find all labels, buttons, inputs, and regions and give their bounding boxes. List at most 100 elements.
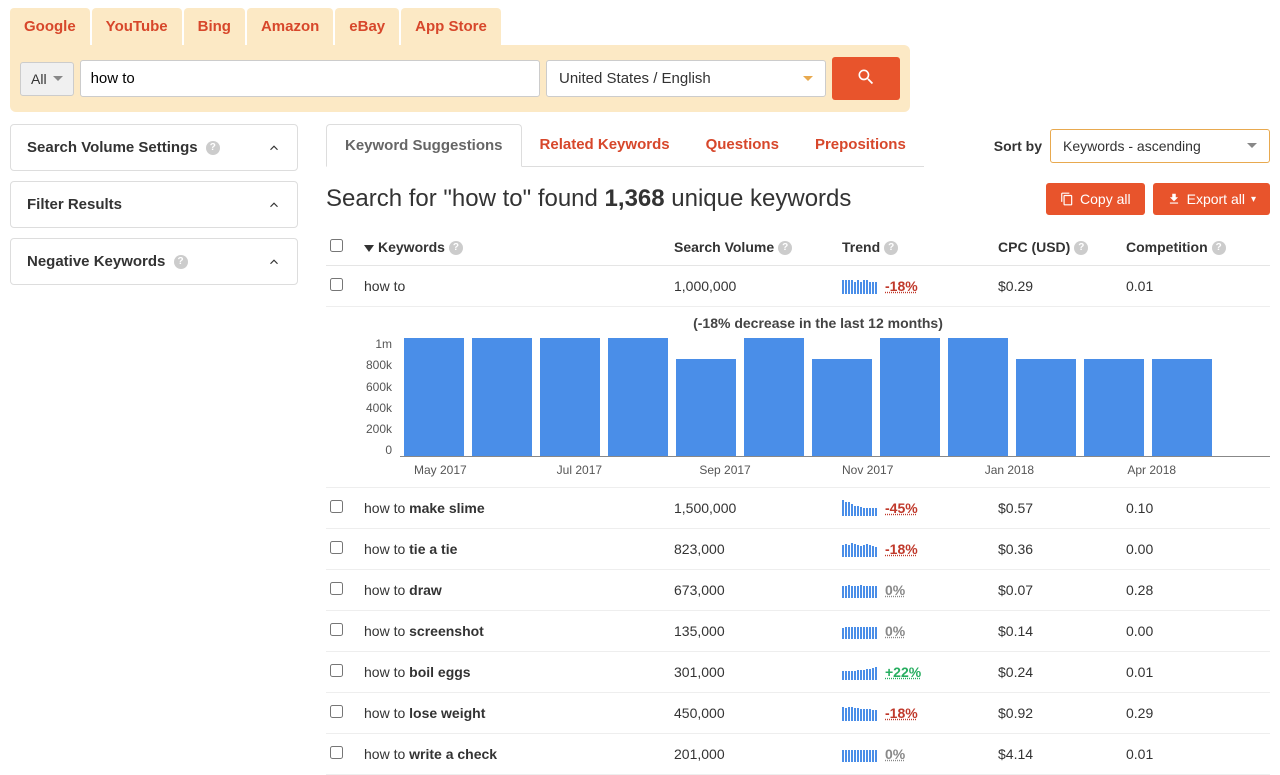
row-checkbox[interactable] [330, 623, 343, 636]
col-competition[interactable]: Competition [1126, 239, 1208, 255]
chart-bar [948, 338, 1008, 456]
tab-related-keywords[interactable]: Related Keywords [522, 124, 688, 166]
help-icon[interactable]: ? [778, 241, 792, 255]
panel-search-volume-settings[interactable]: Search Volume Settings ? [10, 124, 298, 171]
help-icon[interactable]: ? [206, 141, 220, 155]
keyword-input[interactable] [80, 60, 540, 97]
cell-trend: 0% [842, 623, 998, 639]
row-checkbox[interactable] [330, 500, 343, 513]
download-icon [1167, 192, 1181, 206]
cell-cpc: $0.57 [998, 500, 1126, 516]
cell-keyword: how to make slime [364, 500, 674, 516]
trend-value[interactable]: -18% [885, 541, 918, 557]
trend-value[interactable]: 0% [885, 582, 905, 598]
panel-negative-keywords[interactable]: Negative Keywords ? [10, 238, 298, 285]
source-tab-app-store[interactable]: App Store [401, 8, 501, 45]
trend-value[interactable]: -45% [885, 500, 918, 516]
col-volume[interactable]: Search Volume [674, 239, 774, 255]
cell-keyword: how to write a check [364, 746, 674, 762]
help-icon[interactable]: ? [449, 241, 463, 255]
help-icon[interactable]: ? [174, 255, 188, 269]
select-all-checkbox[interactable] [330, 239, 343, 252]
sparkline [842, 582, 877, 598]
source-tab-ebay[interactable]: eBay [335, 8, 399, 45]
sparkline [842, 623, 877, 639]
export-all-button[interactable]: Export all ▾ [1153, 183, 1270, 215]
chart-bar [744, 338, 804, 456]
row-checkbox[interactable] [330, 278, 343, 291]
panel-filter-results[interactable]: Filter Results [10, 181, 298, 228]
cell-competition: 0.10 [1126, 500, 1246, 516]
content: Keyword SuggestionsRelated KeywordsQuest… [326, 124, 1270, 775]
row-checkbox[interactable] [330, 705, 343, 718]
panel-title: Search Volume Settings ? [27, 139, 220, 156]
sort-label: Sort by [994, 138, 1042, 154]
table-row[interactable]: how to1,000,000-18%$0.290.01 [326, 266, 1270, 307]
scope-dropdown[interactable]: All [20, 62, 74, 96]
cell-competition: 0.00 [1126, 623, 1246, 639]
cell-cpc: $0.14 [998, 623, 1126, 639]
chart-bar [404, 338, 464, 456]
cell-competition: 0.29 [1126, 705, 1246, 721]
sparkline [842, 746, 877, 762]
table-row[interactable]: how to tie a tie823,000-18%$0.360.00 [326, 529, 1270, 570]
chevron-down-icon [803, 76, 813, 81]
cell-volume: 823,000 [674, 541, 842, 557]
cell-keyword: how to draw [364, 582, 674, 598]
cell-competition: 0.01 [1126, 278, 1246, 294]
table-row[interactable]: how to lose weight450,000 -18% $0.920.29 [326, 693, 1270, 734]
cell-volume: 201,000 [674, 746, 842, 762]
tab-keyword-suggestions[interactable]: Keyword Suggestions [326, 124, 522, 167]
cell-volume: 450,000 [674, 705, 842, 721]
row-checkbox[interactable] [330, 541, 343, 554]
cell-trend: 0% [842, 582, 998, 598]
sort-desc-icon [364, 245, 374, 252]
sort-dropdown[interactable]: Keywords - ascending [1050, 129, 1270, 163]
cell-volume: 1,000,000 [674, 278, 842, 294]
source-tab-amazon[interactable]: Amazon [247, 8, 333, 45]
cell-cpc: $0.92 [998, 705, 1126, 721]
cell-volume: 301,000 [674, 664, 842, 680]
cell-keyword: how to tie a tie [364, 541, 674, 557]
help-icon[interactable]: ? [884, 241, 898, 255]
help-icon[interactable]: ? [1212, 241, 1226, 255]
col-keywords[interactable]: Keywords [378, 239, 445, 255]
search-button[interactable] [832, 57, 900, 100]
locale-dropdown[interactable]: United States / English [546, 60, 826, 97]
sort-value: Keywords - ascending [1063, 138, 1201, 154]
scope-label: All [31, 71, 47, 87]
chart-bar [540, 338, 600, 456]
cell-cpc: $0.36 [998, 541, 1126, 557]
table-row[interactable]: how to draw673,0000%$0.070.28 [326, 570, 1270, 611]
source-tab-youtube[interactable]: YouTube [92, 8, 182, 45]
trend-value[interactable]: -18% [885, 705, 918, 721]
tab-prepositions[interactable]: Prepositions [797, 124, 924, 166]
chevron-down-icon [53, 76, 63, 81]
row-checkbox[interactable] [330, 746, 343, 759]
cell-keyword: how to screenshot [364, 623, 674, 639]
source-tab-google[interactable]: Google [10, 8, 90, 45]
trend-value[interactable]: 0% [885, 746, 905, 762]
trend-value[interactable]: -18% [885, 278, 918, 294]
y-axis: 1m800k600k400k200k0 [366, 337, 400, 457]
chart-bars [400, 337, 1270, 457]
col-cpc[interactable]: CPC (USD) [998, 239, 1070, 255]
help-icon[interactable]: ? [1074, 241, 1088, 255]
tab-questions[interactable]: Questions [688, 124, 797, 166]
trend-value[interactable]: +22% [885, 664, 921, 680]
trend-value[interactable]: 0% [885, 623, 905, 639]
table-row[interactable]: how to write a check201,0000%$4.140.01 [326, 734, 1270, 775]
chevron-up-icon [267, 255, 281, 269]
row-checkbox[interactable] [330, 582, 343, 595]
cell-cpc: $0.24 [998, 664, 1126, 680]
col-trend[interactable]: Trend [842, 239, 880, 255]
cell-keyword: how to lose weight [364, 705, 674, 721]
source-tab-bing[interactable]: Bing [184, 8, 245, 45]
table-row[interactable]: how to screenshot135,0000%$0.140.00 [326, 611, 1270, 652]
cell-keyword: how to boil eggs [364, 664, 674, 680]
row-checkbox[interactable] [330, 664, 343, 677]
table-row[interactable]: how to make slime1,500,000-45%$0.570.10 [326, 488, 1270, 529]
copy-all-button[interactable]: Copy all [1046, 183, 1145, 215]
sort-controls: Sort by Keywords - ascending [994, 129, 1270, 163]
table-row[interactable]: how to boil eggs301,000+22%$0.240.01 [326, 652, 1270, 693]
